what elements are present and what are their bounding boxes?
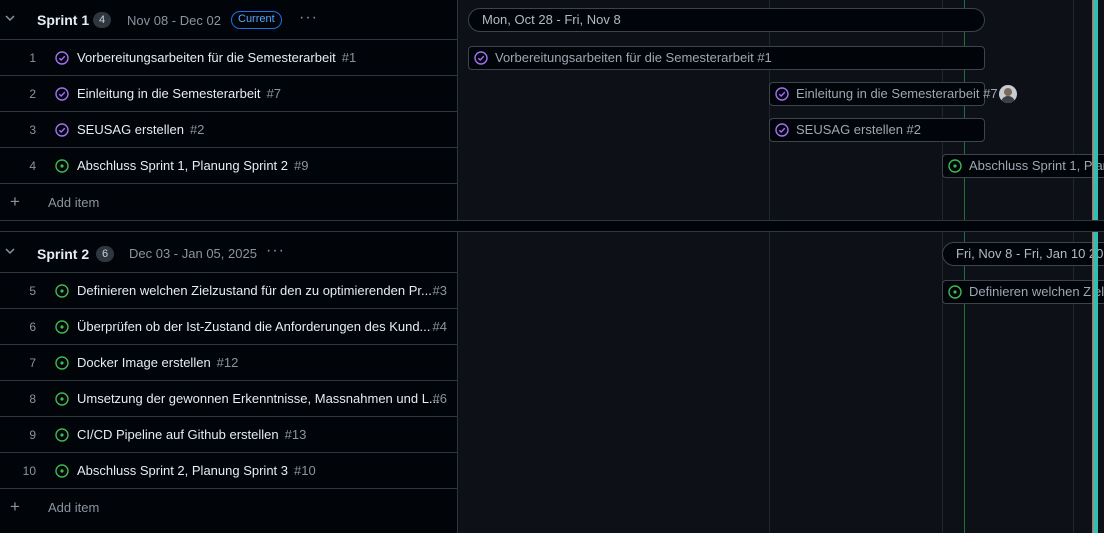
table-row[interactable]: 5 Definieren welchen Zielzustand für den… (0, 273, 457, 309)
issue-number: #4 (432, 319, 447, 334)
iteration-pill[interactable]: Fri, Nov 8 - Fri, Jan 10 2025 (942, 242, 1104, 266)
issue-closed-icon (55, 123, 69, 137)
issue-open-icon (948, 285, 962, 299)
group-header-sprint-2[interactable]: Sprint 2 6 Dec 03 - Jan 05, 2025 ··· (0, 233, 457, 273)
issue-open-icon (55, 284, 69, 298)
row-number: 7 (29, 356, 36, 370)
issue-open-icon (55, 320, 69, 334)
table-row[interactable]: 10 Abschluss Sprint 2, Planung Sprint 3 #… (0, 453, 457, 489)
timeline-bar[interactable]: Abschluss Sprint 1, Planung Sprint 2 (942, 154, 1104, 178)
issue-title-link[interactable]: SEUSAG erstellen #2 (77, 122, 204, 137)
row-number: 2 (29, 87, 36, 101)
table-row[interactable]: 2 Einleitung in die Semesterarbeit #7 (0, 76, 457, 112)
group-count-badge: 4 (93, 12, 111, 28)
issue-open-icon (55, 428, 69, 442)
issue-open-icon (55, 464, 69, 478)
table-pane: Sprint 1 4 Nov 08 - Dec 02 Current ··· 1… (0, 0, 457, 533)
timeline-bar[interactable]: Vorbereitungsarbeiten für die Semesterar… (468, 46, 985, 70)
row-number: 6 (29, 320, 36, 334)
issue-closed-icon (775, 123, 789, 137)
add-item-label: Add item (48, 195, 100, 210)
timeline-bar-label: Definieren welchen Zielzustand für den z… (969, 284, 1104, 299)
add-item-label: Add item (48, 500, 100, 515)
table-row[interactable]: 8 Umsetzung der gewonnen Erkenntnisse, M… (0, 381, 457, 417)
issue-closed-icon (55, 87, 69, 101)
issue-title-link[interactable]: Abschluss Sprint 2, Planung Sprint 3 #10 (77, 463, 316, 478)
issue-number: #3 (432, 283, 447, 298)
issue-title-link[interactable]: Vorbereitungsarbeiten für die Semesterar… (77, 50, 356, 65)
issue-title-link[interactable]: Definieren welchen Zielzustand für den z… (77, 283, 432, 298)
group-separator (0, 220, 1104, 232)
issue-number: #6 (432, 391, 447, 406)
timeline-bar[interactable]: Definieren welchen Zielzustand für den z… (942, 280, 1104, 304)
row-number: 5 (29, 284, 36, 298)
row-number: 1 (29, 51, 36, 65)
row-number: 9 (29, 428, 36, 442)
issue-closed-icon (55, 51, 69, 65)
group-dates: Nov 08 - Dec 02 (127, 13, 221, 28)
scrollbar-edge[interactable] (1093, 0, 1098, 533)
issue-title-link[interactable]: Überprüfen ob der Ist-Zustand die Anford… (77, 319, 430, 334)
group-count-badge: 6 (96, 246, 114, 262)
pane-divider[interactable] (457, 0, 467, 533)
assignee-avatar[interactable] (999, 85, 1017, 103)
chevron-down-icon[interactable] (4, 12, 16, 24)
more-options-icon[interactable]: ··· (266, 242, 285, 260)
timeline-bar[interactable]: SEUSAG erstellen #2 (769, 118, 985, 142)
today-marker-line (964, 0, 965, 533)
issue-title-link[interactable]: Docker Image erstellen #12 (77, 355, 238, 370)
issue-open-icon (55, 356, 69, 370)
timeline-bar[interactable]: Einleitung in die Semesterarbeit #7 (769, 82, 998, 106)
row-number: 3 (29, 123, 36, 137)
table-row[interactable]: 6 Überprüfen ob der Ist-Zustand die Anfo… (0, 309, 457, 345)
iteration-pill[interactable]: Mon, Oct 28 - Fri, Nov 8 (468, 8, 985, 32)
timeline-bar-label: Einleitung in die Semesterarbeit #7 (796, 86, 998, 101)
plus-icon: + (10, 497, 20, 516)
table-row[interactable]: 7 Docker Image erstellen #12 (0, 345, 457, 381)
timeline-pane: Mon, Oct 28 - Fri, Nov 8 Vorbereitungsar… (467, 0, 1104, 533)
issue-title-link[interactable]: CI/CD Pipeline auf Github erstellen #13 (77, 427, 306, 442)
issue-open-icon (55, 392, 69, 406)
chevron-down-icon[interactable] (4, 245, 16, 257)
group-title: Sprint 1 (37, 12, 90, 28)
gridline (942, 0, 943, 533)
issue-title-link[interactable]: Einleitung in die Semesterarbeit #7 (77, 86, 281, 101)
add-item-button[interactable]: + Add item (0, 184, 457, 220)
issue-open-icon (948, 159, 962, 173)
row-number: 10 (22, 464, 36, 478)
gridline (769, 0, 770, 533)
add-item-button[interactable]: + Add item (0, 489, 457, 525)
table-row[interactable]: 4 Abschluss Sprint 1, Planung Sprint 2 #9 (0, 148, 457, 184)
group-dates: Dec 03 - Jan 05, 2025 (129, 246, 257, 261)
table-row[interactable]: 1 Vorbereitungsarbeiten für die Semester… (0, 40, 457, 76)
timeline-bar-label: Abschluss Sprint 1, Planung Sprint 2 (969, 158, 1104, 173)
group-header-sprint-1[interactable]: Sprint 1 4 Nov 08 - Dec 02 Current ··· (0, 0, 457, 40)
issue-open-icon (55, 159, 69, 173)
issue-title-link[interactable]: Umsetzung der gewonnen Erkenntnisse, Mas… (77, 391, 440, 406)
table-row[interactable]: 9 CI/CD Pipeline auf Github erstellen #13 (0, 417, 457, 453)
group-title: Sprint 2 (37, 246, 90, 262)
row-number: 4 (29, 159, 36, 173)
issue-closed-icon (474, 51, 488, 65)
row-number: 8 (29, 392, 36, 406)
gridline (1073, 0, 1074, 533)
issue-closed-icon (775, 87, 789, 101)
plus-icon: + (10, 192, 20, 211)
timeline-bar-label: SEUSAG erstellen #2 (796, 122, 922, 137)
issue-title-link[interactable]: Abschluss Sprint 1, Planung Sprint 2 #9 (77, 158, 308, 173)
timeline-bar-label: Vorbereitungsarbeiten für die Semesterar… (495, 50, 772, 65)
current-badge: Current (231, 11, 282, 29)
table-row[interactable]: 3 SEUSAG erstellen #2 (0, 112, 457, 148)
more-options-icon[interactable]: ··· (299, 9, 318, 27)
